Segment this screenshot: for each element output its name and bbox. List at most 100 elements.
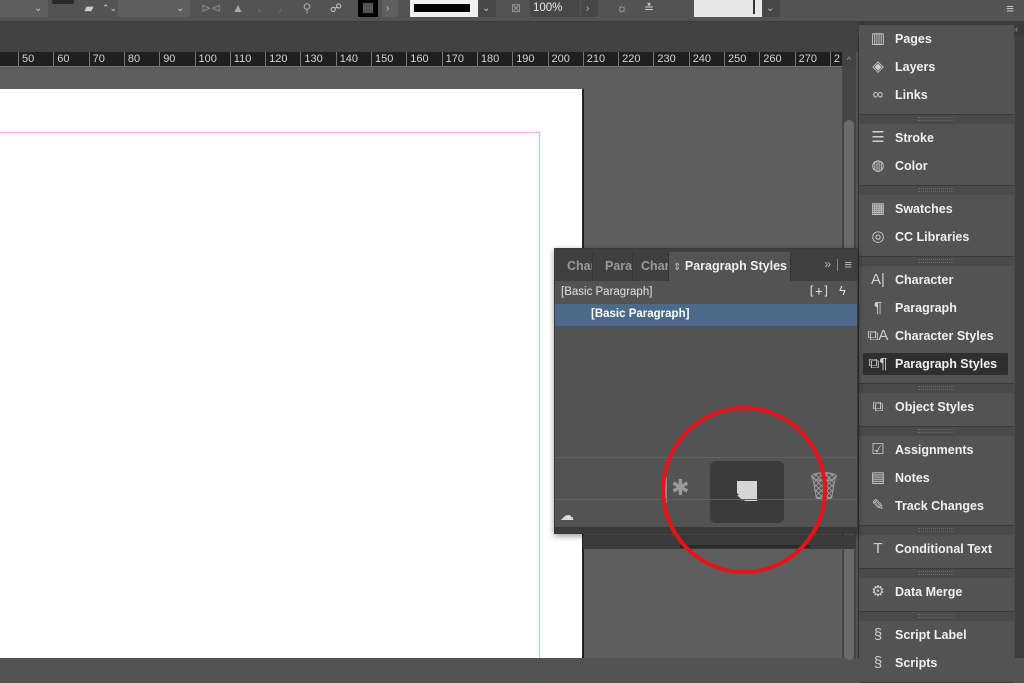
horizontal-ruler[interactable]: 50 60 70 80 90 100 110 120 130 140 150 160 170 180 190…: [0, 52, 842, 67]
corner-icon[interactable]: ⌟: [274, 0, 286, 17]
dock-item-layers[interactable]: ◈ Layers: [863, 56, 1008, 78]
dock-item-label: Notes: [895, 471, 930, 485]
dock-scrollbar[interactable]: [1015, 36, 1024, 658]
hamburger-menu-icon[interactable]: ≡: [1000, 0, 1020, 17]
tab-character-styles[interactable]: Char: [633, 252, 669, 281]
dock-item-label: Stroke: [895, 131, 934, 145]
ruler-tick-label: 2: [829, 52, 840, 66]
stepper-icon[interactable]: ⌃⌄: [102, 0, 117, 17]
tab-label: Char: [641, 259, 669, 273]
dock-item-scripts[interactable]: § Scripts: [863, 652, 1008, 674]
stroke-icon: ☰: [871, 129, 885, 146]
create-new-style-button[interactable]: [710, 461, 784, 523]
dock-item-assignments[interactable]: ☑ Assignments: [863, 439, 1008, 461]
dock-item-stroke[interactable]: ☰ Stroke: [863, 127, 1008, 149]
ruler-tick-label: 210: [582, 52, 605, 66]
dock-item-links[interactable]: ∞ Links: [863, 84, 1008, 106]
dock-item-swatches[interactable]: ▦ Swatches: [863, 198, 1008, 220]
group-drag-handle[interactable]: [918, 259, 954, 263]
group-drag-handle[interactable]: [918, 188, 954, 192]
effects-icon[interactable]: ☼: [612, 0, 632, 17]
dock-item-paragraph-styles[interactable]: ⧉¶ Paragraph Styles: [863, 353, 1008, 375]
distribute-spacing-icon[interactable]: ☍: [325, 0, 347, 17]
ruler-tick-label: 120: [265, 52, 287, 66]
dock-item-data-merge[interactable]: ⚙ Data Merge: [863, 581, 1008, 603]
data-merge-icon: ⚙: [871, 583, 885, 600]
align-bottom-icon[interactable]: ≛: [640, 0, 658, 17]
clear-overrides-icon[interactable]: ✱: [665, 477, 689, 499]
new-style-group-icon[interactable]: [+]: [808, 284, 830, 298]
cloud-sync-icon[interactable]: ☁: [560, 507, 574, 524]
stroke-type-field[interactable]: [410, 0, 478, 17]
dock-item-character-styles[interactable]: ⧉A Character Styles: [863, 325, 1008, 347]
zoom-forward-button[interactable]: ›: [581, 0, 598, 17]
reference-dropdown[interactable]: ⌄: [0, 0, 48, 17]
ruler-tick-label: 220: [618, 52, 640, 66]
dock-item-label: Paragraph Styles: [895, 357, 998, 371]
more-tabs-icon[interactable]: »: [824, 257, 831, 271]
shear-angle-dropdown[interactable]: ⌄: [118, 0, 190, 17]
panel-menu-icon[interactable]: ≡: [844, 257, 852, 272]
tab-label: Para: [605, 259, 633, 273]
tab-paragraph[interactable]: Para: [593, 252, 633, 281]
dock-item-track-changes[interactable]: ✎ Track Changes: [863, 495, 1008, 517]
dock-item-cc-libraries[interactable]: ◎ CC Libraries: [863, 226, 1008, 248]
scripts-icon: §: [873, 654, 883, 671]
ruler-tick-label: 70: [88, 52, 105, 66]
shear-icon[interactable]: ▰: [82, 0, 96, 17]
color-palette-icon: ◍: [871, 157, 885, 174]
group-drag-handle[interactable]: [918, 571, 954, 575]
stroke-forward-button[interactable]: ›: [382, 0, 398, 17]
quick-apply-icon[interactable]: ϟ: [839, 283, 846, 298]
pages-icon: ▥: [870, 30, 886, 47]
dock-item-label: Assignments: [895, 443, 974, 457]
links-icon: ∞: [872, 86, 884, 103]
ruler-tick-label: 180: [476, 52, 499, 66]
group-drag-handle[interactable]: [918, 429, 954, 433]
script-label-icon: §: [873, 626, 883, 643]
dock-item-label: Layers: [895, 60, 936, 74]
stroke-type-dropdown[interactable]: ⌄: [478, 0, 496, 17]
align-icon[interactable]: ▲: [228, 0, 248, 17]
style-dropdown[interactable]: ⌄: [762, 0, 780, 17]
current-style-header: [Basic Paragraph] [+] ϟ: [555, 281, 857, 303]
dock-item-paragraph[interactable]: ¶ Paragraph: [863, 297, 1008, 319]
margin-guide: [0, 132, 540, 658]
stroke-preview-line: [414, 4, 470, 12]
scroll-up-icon[interactable]: ^: [842, 52, 856, 68]
tab-paragraph-styles[interactable]: ⇕ Paragraph Styles: [669, 252, 791, 281]
chevron-right-icon: ›: [586, 3, 590, 14]
current-style-label: [Basic Paragraph]: [561, 286, 653, 298]
panel-resize-edge[interactable]: [555, 527, 857, 533]
distribute-icon[interactable]: ⚲: [298, 0, 316, 17]
dock-item-character[interactable]: A| Character: [863, 269, 1008, 291]
ruler-tick-label: 60: [53, 52, 70, 66]
chevron-down-icon: ⌄: [766, 3, 775, 14]
stroke-swatch[interactable]: [358, 0, 378, 17]
dock-item-notes[interactable]: ▤ Notes: [863, 467, 1008, 489]
dock-item-pages[interactable]: ▥ Pages: [863, 28, 1008, 50]
panel-tab-bar: Char Para Char ⇕ Paragraph Styles » ≡: [555, 249, 857, 281]
dock-item-conditional-text[interactable]: T Conditional Text: [863, 538, 1008, 560]
dock-item-object-styles[interactable]: ⧉ Object Styles: [863, 396, 1008, 418]
control-bar: ⌄ ▰ ⌃⌄ ⌄ ⊳⊲ ▲ ⌞ ⌟ ⚲ ☍ › ⌄ ⊠ 100% › ☼ ≛ ⌄…: [0, 0, 1024, 22]
dock-item-label: Conditional Text: [895, 542, 992, 556]
flip-horizontal-icon[interactable]: ⊳⊲: [200, 0, 222, 17]
tab-character[interactable]: Char: [555, 252, 593, 281]
dock-item-label: Color: [895, 159, 928, 173]
trash-icon[interactable]: 🗑: [806, 473, 842, 501]
dock-item-label: Paragraph: [895, 301, 957, 315]
style-field[interactable]: [694, 0, 762, 17]
group-drag-handle[interactable]: [918, 614, 954, 618]
zoom-field[interactable]: 100%: [530, 0, 580, 17]
dock-item-script-label[interactable]: § Script Label: [863, 624, 1008, 646]
corner-icon[interactable]: ⌞: [254, 0, 266, 17]
style-list-item[interactable]: [Basic Paragraph]: [555, 304, 857, 326]
group-drag-handle[interactable]: [918, 386, 954, 390]
dock-item-label: Character Styles: [895, 329, 994, 343]
group-drag-handle[interactable]: [918, 117, 954, 121]
group-drag-handle[interactable]: [918, 528, 954, 532]
dock-item-color[interactable]: ◍ Color: [863, 155, 1008, 177]
dock-item-label: Object Styles: [895, 400, 975, 414]
fill-swatch[interactable]: [52, 0, 74, 4]
